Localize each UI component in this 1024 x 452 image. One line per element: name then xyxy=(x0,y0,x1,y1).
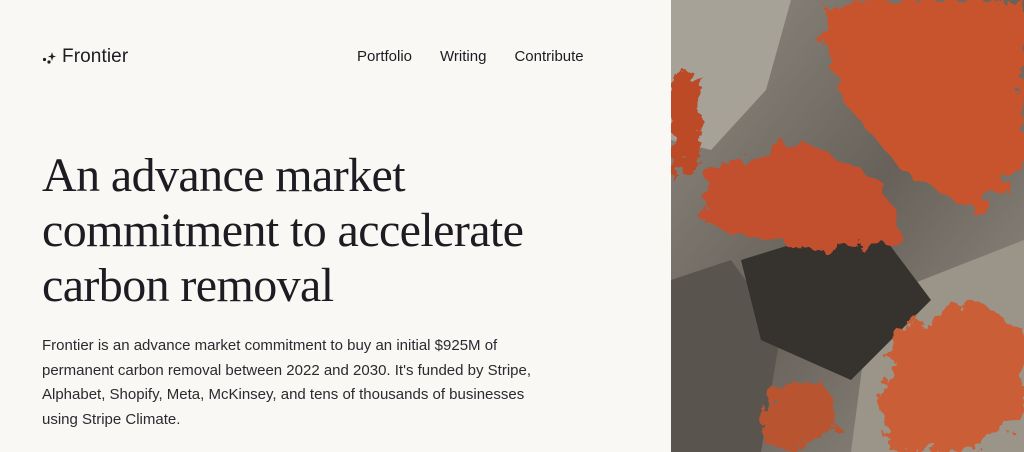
content-panel: Frontier Portfolio Writing Contribute An… xyxy=(0,0,671,452)
nav-link-portfolio[interactable]: Portfolio xyxy=(357,48,412,65)
main-nav: Portfolio Writing Contribute xyxy=(357,48,584,65)
hero-rock-image xyxy=(671,0,1024,452)
hero-headline: An advance market commitment to accelera… xyxy=(42,149,524,312)
sparkle-dots-icon xyxy=(42,52,56,64)
nav-link-contribute[interactable]: Contribute xyxy=(514,48,583,65)
hero-description: Frontier is an advance market commitment… xyxy=(42,337,532,428)
lichen-rock-illustration xyxy=(671,0,1024,452)
brand-name: Frontier xyxy=(62,46,129,67)
brand-logo-link[interactable]: Frontier xyxy=(42,46,128,68)
nav-link-writing[interactable]: Writing xyxy=(440,48,486,65)
